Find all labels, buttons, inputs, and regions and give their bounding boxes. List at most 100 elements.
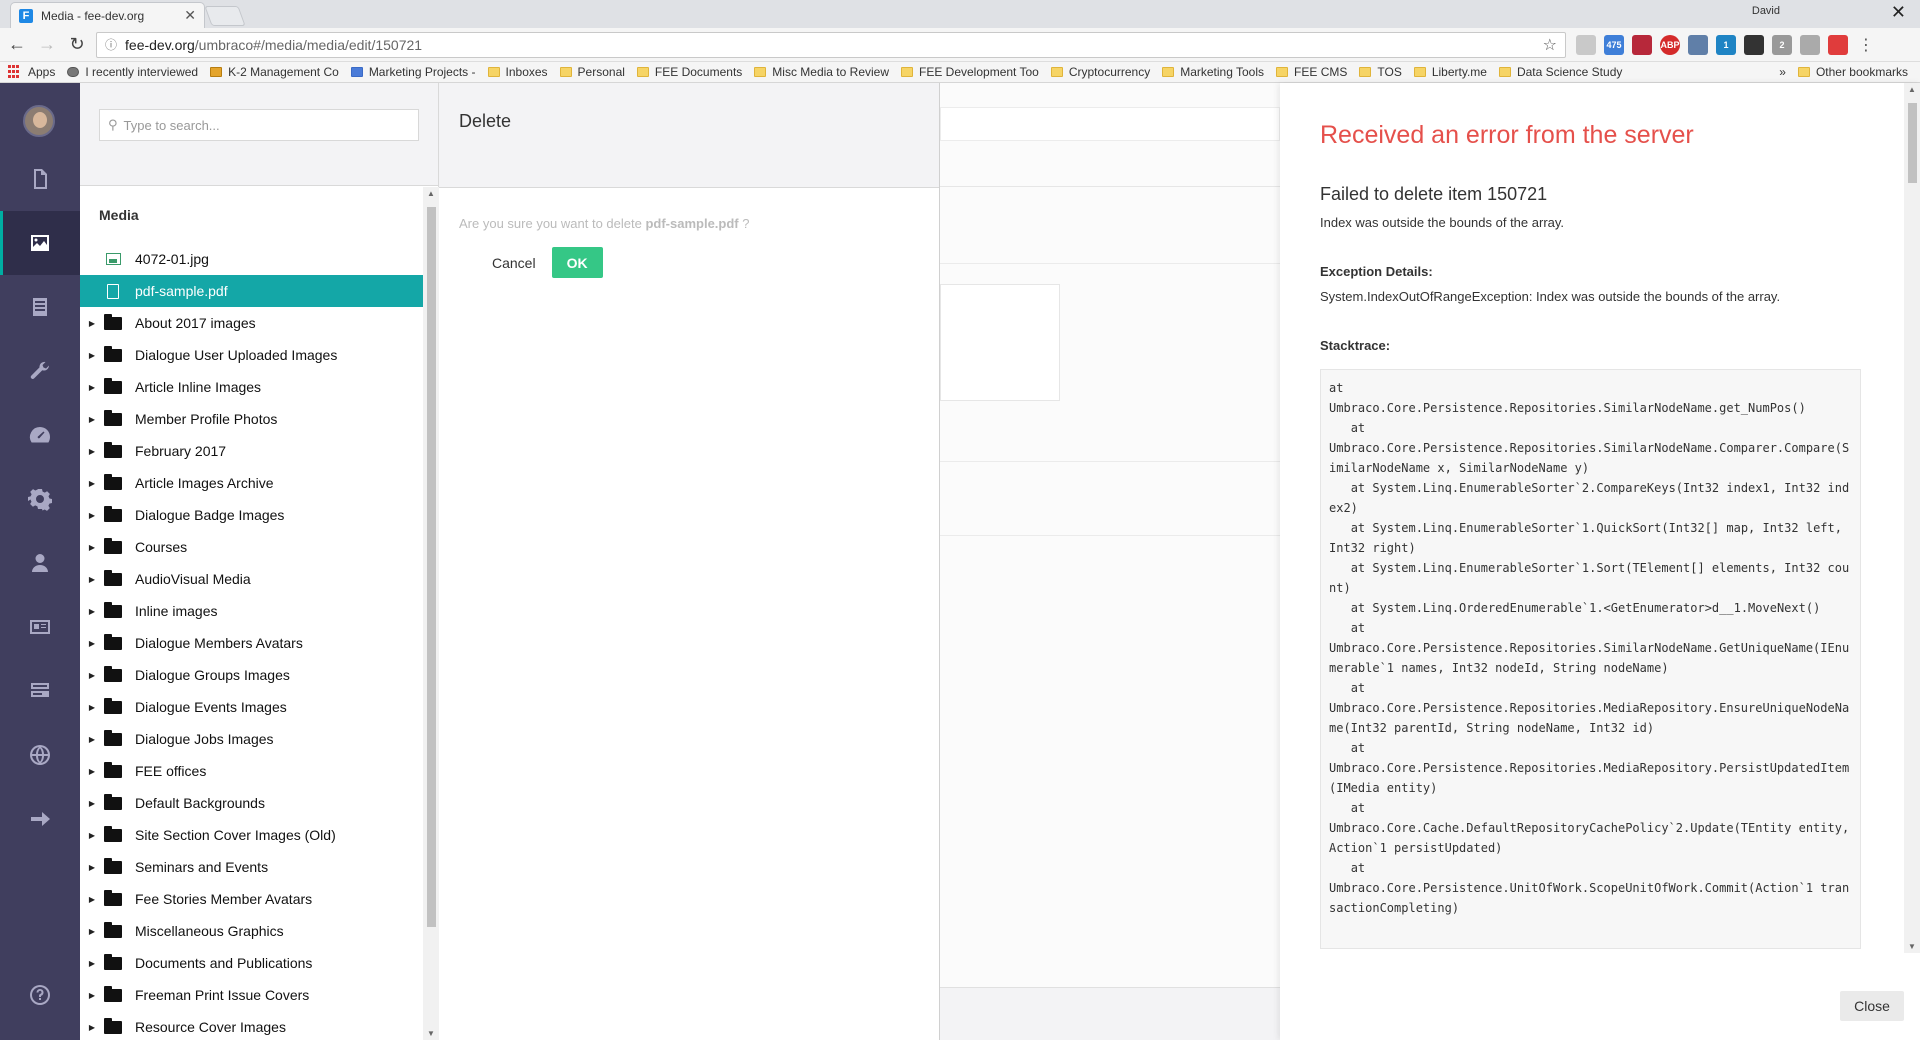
expand-caret-icon[interactable]: ▶ xyxy=(80,447,99,456)
nav-members[interactable] xyxy=(0,595,80,659)
expand-caret-icon[interactable]: ▶ xyxy=(80,383,99,392)
nav-settings[interactable] xyxy=(0,467,80,531)
other-bookmarks[interactable]: Other bookmarks xyxy=(1797,65,1908,79)
tree-folder-item[interactable]: ▶ Dialogue Groups Images xyxy=(80,659,423,691)
expand-caret-icon[interactable]: ▶ xyxy=(80,511,99,520)
scroll-down-icon[interactable]: ▼ xyxy=(1908,942,1916,951)
tree-folder-item[interactable]: ▶ Miscellaneous Graphics xyxy=(80,915,423,947)
bookmark-folder[interactable]: Marketing Tools xyxy=(1162,65,1264,79)
nav-deploy[interactable] xyxy=(0,787,80,851)
bookmark-folder[interactable]: FEE CMS xyxy=(1276,65,1347,79)
expand-caret-icon[interactable]: ▶ xyxy=(80,639,99,648)
profile-name[interactable]: David xyxy=(1752,5,1780,17)
address-bar[interactable]: ⓘ fee-dev.org/umbraco#/media/media/edit/… xyxy=(96,31,1566,58)
nav-redirects[interactable] xyxy=(0,659,80,723)
extension-icon[interactable] xyxy=(1688,34,1708,55)
extension-icon[interactable] xyxy=(1828,34,1848,55)
expand-caret-icon[interactable]: ▶ xyxy=(80,479,99,488)
tree-folder-item[interactable]: ▶ Inline images xyxy=(80,595,423,627)
tree-folder-item[interactable]: ▶ AudioVisual Media xyxy=(80,563,423,595)
extension-icon[interactable]: 475 xyxy=(1604,34,1624,55)
reload-button[interactable]: ↻ xyxy=(64,32,90,58)
ok-button[interactable]: OK xyxy=(551,247,603,278)
tree-folder-item[interactable]: ▶ Dialogue Events Images xyxy=(80,691,423,723)
bookmark-star-icon[interactable]: ☆ xyxy=(1543,35,1557,55)
cancel-button[interactable]: Cancel xyxy=(488,249,540,277)
bookmark-folder[interactable]: Misc Media to Review xyxy=(754,65,889,79)
tree-folder-item[interactable]: ▶ Freeman Print Issue Covers xyxy=(80,979,423,1011)
tree-folder-item[interactable]: ▶ Dialogue Badge Images xyxy=(80,499,423,531)
tree-folder-item[interactable]: ▶ Dialogue Jobs Images xyxy=(80,723,423,755)
tree-root-media[interactable]: Media xyxy=(80,187,423,243)
expand-caret-icon[interactable]: ▶ xyxy=(80,991,99,1000)
browser-menu-icon[interactable]: ⋮ xyxy=(1858,35,1874,55)
expand-caret-icon[interactable]: ▶ xyxy=(80,351,99,360)
bookmark-apps[interactable]: Apps xyxy=(8,65,55,79)
bookmark-folder[interactable]: TOS xyxy=(1359,65,1402,79)
expand-caret-icon[interactable]: ▶ xyxy=(80,959,99,968)
extension-icon[interactable]: 1 xyxy=(1716,34,1736,55)
nav-users[interactable] xyxy=(0,531,80,595)
nav-developer[interactable] xyxy=(0,339,80,403)
tree-folder-item[interactable]: ▶ Site Section Cover Images (Old) xyxy=(80,819,423,851)
expand-caret-icon[interactable]: ▶ xyxy=(80,415,99,424)
tree-folder-item[interactable]: ▶ Dialogue Members Avatars xyxy=(80,627,423,659)
tree-file-item[interactable]: 4072-01.jpg xyxy=(80,243,423,275)
bookmark-folder[interactable]: Personal xyxy=(559,65,625,79)
expand-caret-icon[interactable]: ▶ xyxy=(80,831,99,840)
bookmark-folder[interactable]: Data Science Study xyxy=(1498,65,1622,79)
tree-scrollbar[interactable]: ▲ ▼ xyxy=(423,187,439,1040)
expand-caret-icon[interactable]: ▶ xyxy=(80,671,99,680)
tree-folder-item[interactable]: ▶ Documents and Publications xyxy=(80,947,423,979)
tree-folder-item[interactable]: ▶ Member Profile Photos xyxy=(80,403,423,435)
expand-caret-icon[interactable]: ▶ xyxy=(80,703,99,712)
extension-icon[interactable]: 2 xyxy=(1772,34,1792,55)
expand-caret-icon[interactable]: ▶ xyxy=(80,927,99,936)
scroll-down-icon[interactable]: ▼ xyxy=(427,1029,435,1038)
expand-caret-icon[interactable]: ▶ xyxy=(80,863,99,872)
nav-content[interactable] xyxy=(0,147,80,211)
back-button[interactable]: ← xyxy=(4,32,30,58)
window-close-icon[interactable]: ✕ xyxy=(1891,2,1906,23)
tree-folder-item[interactable]: ▶ Resource Cover Images xyxy=(80,1011,423,1040)
bookmark-item[interactable]: I recently interviewed xyxy=(67,65,198,79)
expand-caret-icon[interactable]: ▶ xyxy=(80,319,99,328)
expand-caret-icon[interactable]: ▶ xyxy=(80,799,99,808)
tree-folder-item[interactable]: ▶ February 2017 xyxy=(80,435,423,467)
tree-folder-item[interactable]: ▶ Dialogue User Uploaded Images xyxy=(80,339,423,371)
bookmark-folder[interactable]: Liberty.me xyxy=(1413,65,1487,79)
nav-dashboard[interactable] xyxy=(0,403,80,467)
page-info-icon[interactable]: ⓘ xyxy=(105,36,117,53)
nav-translation[interactable] xyxy=(0,723,80,787)
error-scrollbar[interactable]: ▲ ▼ xyxy=(1904,83,1920,953)
bookmark-folder[interactable]: FEE Documents xyxy=(636,65,742,79)
expand-caret-icon[interactable]: ▶ xyxy=(80,607,99,616)
expand-caret-icon[interactable]: ▶ xyxy=(80,735,99,744)
scroll-thumb[interactable] xyxy=(1908,103,1917,183)
scroll-up-icon[interactable]: ▲ xyxy=(427,189,435,198)
close-button[interactable]: Close xyxy=(1840,991,1904,1021)
bookmark-folder[interactable]: FEE Development Too xyxy=(901,65,1039,79)
user-avatar[interactable] xyxy=(23,105,55,137)
nav-media[interactable] xyxy=(0,211,80,275)
tree-folder-item[interactable]: ▶ Article Images Archive xyxy=(80,467,423,499)
scroll-thumb[interactable] xyxy=(427,207,436,927)
tab-close-icon[interactable]: ✕ xyxy=(184,7,196,24)
tree-file-item[interactable]: pdf-sample.pdf xyxy=(80,275,423,307)
browser-tab[interactable]: F Media - fee-dev.org ✕ xyxy=(10,2,205,28)
bookmark-item[interactable]: Marketing Projects - xyxy=(350,65,476,79)
extension-icon[interactable] xyxy=(1744,34,1764,55)
tree-folder-item[interactable]: ▶ FEE offices xyxy=(80,755,423,787)
nav-help[interactable] xyxy=(0,963,80,1027)
bookmark-item[interactable]: K-2 Management Co xyxy=(210,65,339,79)
extension-icon[interactable] xyxy=(1800,34,1820,55)
tree-folder-item[interactable]: ▶ About 2017 images xyxy=(80,307,423,339)
extension-icon[interactable] xyxy=(1576,34,1596,55)
scroll-up-icon[interactable]: ▲ xyxy=(1908,85,1916,94)
adblock-icon[interactable]: ABP xyxy=(1660,34,1680,55)
tree-folder-item[interactable]: ▶ Seminars and Events xyxy=(80,851,423,883)
expand-caret-icon[interactable]: ▶ xyxy=(80,767,99,776)
extension-icon[interactable] xyxy=(1632,34,1652,55)
search-input[interactable]: ⚲ Type to search... xyxy=(99,109,419,141)
tree-folder-item[interactable]: ▶ Fee Stories Member Avatars xyxy=(80,883,423,915)
